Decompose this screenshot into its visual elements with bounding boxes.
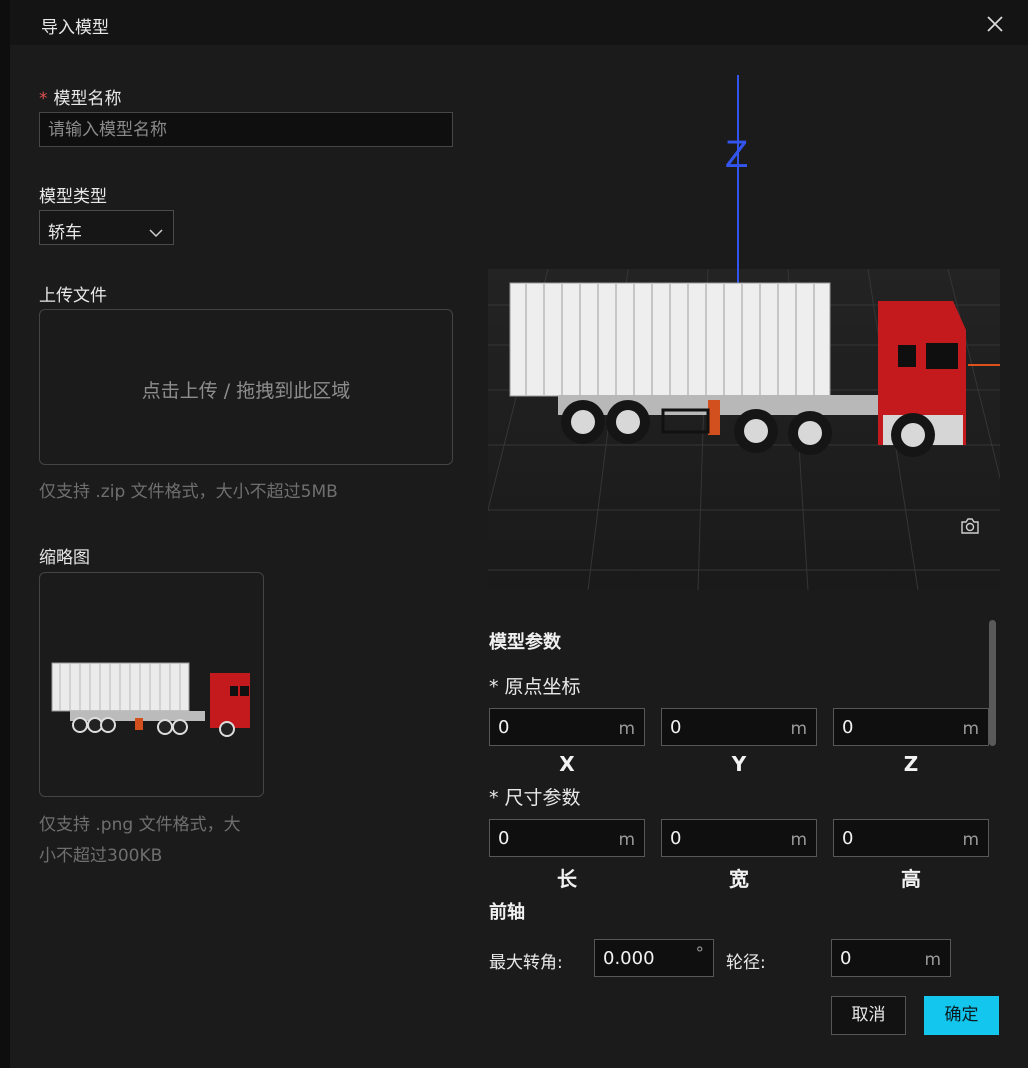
model-params-title: 模型参数	[489, 632, 561, 653]
unit-label: m	[618, 719, 635, 739]
max-angle-value: 0.000	[603, 948, 655, 969]
model-type-select[interactable]: 轿车	[39, 210, 174, 245]
thumbnail-box[interactable]	[39, 572, 264, 797]
origin-y-input[interactable]: 0 m	[661, 708, 817, 746]
wheel-diameter-label: 轮径:	[726, 953, 766, 973]
max-angle-label: 最大转角:	[489, 953, 563, 973]
truck-3d-render: Z	[488, 75, 1000, 590]
z-axis-label: Z	[725, 134, 748, 176]
origin-z-input[interactable]: 0 m	[833, 708, 989, 746]
confirm-button[interactable]: 确定	[924, 996, 999, 1035]
unit-label: m	[618, 830, 635, 850]
origin-coords-label: * 原点坐标	[489, 676, 581, 698]
import-model-dialog: 导入模型 *模型名称 模型类型 轿车 上传文件 点击上传 / 拖拽到此区域 仅支…	[10, 0, 1028, 1068]
wheel-diameter-value: 0	[840, 948, 852, 969]
model-name-input[interactable]	[39, 112, 453, 147]
camera-icon[interactable]	[960, 517, 980, 539]
max-angle-input[interactable]: 0.000 °	[594, 939, 714, 977]
height-value: 0	[842, 828, 854, 849]
dialog-titlebar: 导入模型	[10, 0, 1028, 45]
width-label: 宽	[729, 867, 749, 891]
close-icon[interactable]	[986, 15, 1004, 33]
origin-z-value: 0	[842, 717, 854, 738]
cancel-button[interactable]: 取消	[831, 996, 906, 1035]
model-3d-viewport[interactable]: Z	[488, 45, 1000, 590]
unit-label: m	[790, 830, 807, 850]
width-input[interactable]: 0 m	[661, 819, 817, 857]
size-params-label: * 尺寸参数	[489, 787, 581, 809]
dialog-title: 导入模型	[41, 18, 109, 38]
wheel-diameter-input[interactable]: 0 m	[831, 939, 951, 977]
upload-file-label: 上传文件	[39, 286, 107, 306]
unit-label: m	[962, 830, 979, 850]
upload-dropzone-text: 点击上传 / 拖拽到此区域	[141, 380, 351, 402]
origin-x-value: 0	[498, 717, 510, 738]
chevron-down-icon	[149, 223, 163, 242]
length-input[interactable]: 0 m	[489, 819, 645, 857]
origin-x-input[interactable]: 0 m	[489, 708, 645, 746]
required-mark: *	[39, 89, 48, 109]
height-input[interactable]: 0 m	[833, 819, 989, 857]
thumbnail-hint-line2: 小不超过300KB	[39, 846, 163, 866]
model-type-label: 模型类型	[39, 187, 107, 207]
unit-label: m	[924, 950, 941, 970]
length-value: 0	[498, 828, 510, 849]
model-name-label: * 模型名称	[39, 89, 122, 109]
upload-dropzone[interactable]: 点击上传 / 拖拽到此区域	[39, 309, 453, 465]
origin-y-value: 0	[670, 717, 682, 738]
front-axle-title: 前轴	[489, 902, 525, 923]
axis-y-label: Y	[731, 752, 747, 776]
thumbnail-hint-line1: 仅支持 .png 文件格式，大	[39, 815, 241, 835]
thumbnail-label: 缩略图	[39, 548, 90, 568]
axis-z-label: Z	[903, 752, 919, 776]
upload-hint: 仅支持 .zip 文件格式，大小不超过5MB	[39, 482, 338, 502]
degree-unit: °	[695, 944, 705, 964]
axis-x-label: X	[559, 752, 575, 776]
unit-label: m	[790, 719, 807, 739]
width-value: 0	[670, 828, 682, 849]
params-scrollbar[interactable]	[989, 620, 996, 746]
truck-thumbnail-image	[51, 662, 250, 737]
height-label: 高	[901, 867, 921, 891]
unit-label: m	[962, 719, 979, 739]
length-label: 长	[557, 867, 577, 891]
model-type-value: 轿车	[48, 223, 82, 243]
